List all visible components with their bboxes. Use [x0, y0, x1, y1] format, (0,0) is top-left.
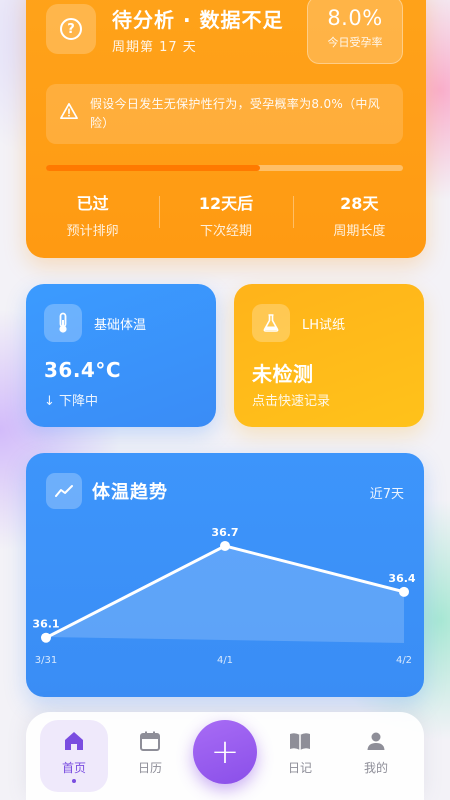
book-icon [290, 733, 310, 750]
nav-diary-label: 日记 [287, 761, 312, 775]
bbt-value: 36.4°C [44, 358, 122, 382]
bottom-navigation: 首页 日历 + 日记 我的 [26, 712, 424, 800]
cycle-progress-bar [46, 165, 403, 171]
plus-icon: + [210, 732, 240, 772]
calendar-icon [140, 731, 160, 751]
stat-next-period: 12天后 下次经期 [159, 190, 292, 240]
lh-hint: 点击快速记录 [252, 394, 331, 409]
trend-area [46, 545, 404, 643]
data-label: 36.1 [32, 618, 59, 631]
bbt-card[interactable]: 基础体温 36.4°C ↓ 下降中 [26, 284, 216, 427]
stat-label: 预计排卵 [66, 224, 119, 239]
data-point [399, 586, 409, 597]
question-icon: ? [60, 18, 82, 40]
nav-profile[interactable]: 我的 [344, 730, 408, 776]
user-icon [367, 732, 385, 750]
bbt-trend: ↓ 下降中 [44, 394, 99, 409]
probability-box: 8.0% 今日受孕率 [307, 0, 403, 64]
data-label: 36.7 [211, 526, 238, 539]
cycle-stats: 已过 预计排卵 12天后 下次经期 28天 周期长度 [26, 190, 426, 240]
home-icon [65, 732, 83, 750]
nav-diary[interactable]: 日记 [268, 730, 332, 776]
temperature-line-chart: 36.1 3/31 36.7 4/1 36.4 4/2 [32, 526, 415, 666]
stat-value: 12天后 [198, 194, 254, 213]
cycle-progress-fill [46, 165, 261, 171]
add-record-button[interactable]: + [193, 720, 257, 784]
stat-value: 28天 [340, 194, 379, 213]
probability-label: 今日受孕率 [327, 36, 383, 49]
nav-home-label: 首页 [61, 761, 86, 775]
help-button[interactable]: ? [46, 4, 96, 54]
data-point [41, 632, 51, 643]
temperature-trend-card[interactable]: 体温趋势 近7天 36.1 3/31 36.7 4/1 36.4 4/2 [26, 453, 424, 697]
stat-label: 下次经期 [199, 224, 252, 239]
stat-ovulation: 已过 预计排卵 [26, 190, 159, 240]
probability-value: 8.0% [327, 6, 383, 30]
flask-icon [252, 304, 290, 342]
stat-label: 周期长度 [333, 224, 386, 239]
x-tick-label: 4/2 [396, 655, 412, 666]
stat-value: 已过 [76, 194, 109, 213]
warning-icon [60, 102, 78, 120]
data-label: 36.4 [388, 572, 415, 585]
data-point [220, 540, 230, 551]
cycle-day: 周期第 17 天 [112, 40, 197, 55]
bbt-title: 基础体温 [94, 318, 147, 333]
x-tick-label: 4/1 [217, 655, 233, 666]
lh-value: 未检测 [252, 362, 314, 386]
x-tick-label: 3/31 [35, 655, 57, 666]
nav-home[interactable]: 首页 [40, 720, 108, 792]
stat-cycle-length: 28天 周期长度 [292, 190, 426, 240]
cycle-status-card[interactable]: ? 待分析 · 数据不足 周期第 17 天 8.0% 今日受孕率 假设今日发生无… [26, 0, 426, 258]
nav-calendar-label: 日历 [137, 761, 162, 775]
status-title: 待分析 · 数据不足 [112, 8, 284, 32]
thermometer-icon [44, 304, 82, 342]
nav-profile-label: 我的 [363, 761, 388, 775]
lh-title: LH试纸 [302, 318, 346, 333]
active-indicator [72, 779, 76, 783]
warning-text: 假设今日发生无保护性行为，受孕概率为8.0%（中风险） [90, 97, 380, 130]
nav-calendar[interactable]: 日历 [118, 730, 182, 776]
risk-warning: 假设今日发生无保护性行为，受孕概率为8.0%（中风险） [46, 84, 403, 144]
lh-test-card[interactable]: LH试纸 未检测 点击快速记录 [234, 284, 424, 427]
